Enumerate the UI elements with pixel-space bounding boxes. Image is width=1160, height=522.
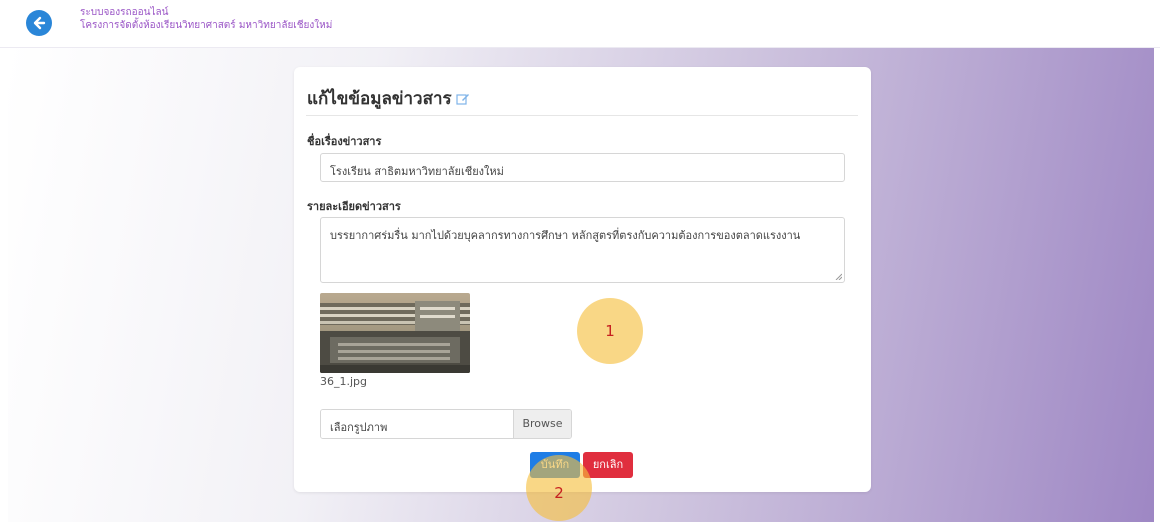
annotation-marker-1: 1 xyxy=(577,298,643,364)
news-title-input[interactable]: โรงเรียน สาธิตมหาวิทยาลัยเชียงใหม่ xyxy=(320,153,845,182)
brand-title: ระบบจองรถออนไลน์ xyxy=(80,7,169,18)
annotation-marker-2-number: 2 xyxy=(554,484,564,502)
brand: ระบบจองรถออนไลน์ โครงการจัดตั้งห้องเรียน… xyxy=(80,6,332,32)
annotation-marker-2: 2 xyxy=(526,455,592,521)
edit-icon xyxy=(456,93,469,105)
resize-handle-icon[interactable] xyxy=(835,273,842,280)
news-detail-text: บรรยากาศร่มรื่น มากไปด้วยบุคลากรทางการศึ… xyxy=(330,229,801,242)
top-header: ระบบจองรถออนไลน์ โครงการจัดตั้งห้องเรียน… xyxy=(0,0,1160,48)
brand-subtitle: โครงการจัดตั้งห้องเรียนวิทยาศาสตร์ มหาวิ… xyxy=(80,20,333,31)
back-button[interactable] xyxy=(26,10,52,36)
cancel-button[interactable]: ยกเลิก xyxy=(583,452,633,478)
news-detail-label: รายละเอียดข่าวสาร xyxy=(307,200,401,213)
news-title-label: ชื่อเรื่องข่าวสาร xyxy=(307,135,382,148)
card-divider xyxy=(306,115,858,116)
news-image-preview xyxy=(320,293,470,373)
news-detail-textarea[interactable]: บรรยากาศร่มรื่น มากไปด้วยบุคลากรทางการศึ… xyxy=(320,217,845,283)
browse-button[interactable]: Browse xyxy=(513,410,571,438)
edit-news-card: แก้ไขข้อมูลข่าวสาร ชื่อเรื่องข่าวสาร โรง… xyxy=(294,67,871,492)
image-file-input[interactable]: เลือกรูปภาพ Browse xyxy=(320,409,572,439)
page-title: แก้ไขข้อมูลข่าวสาร xyxy=(307,85,470,112)
card-title-text: แก้ไขข้อมูลข่าวสาร xyxy=(307,89,452,109)
school-photo-icon xyxy=(320,293,470,373)
annotation-marker-1-number: 1 xyxy=(605,322,615,340)
file-input-placeholder[interactable]: เลือกรูปภาพ xyxy=(321,410,513,438)
arrow-left-circle-icon xyxy=(33,16,46,30)
image-filename: 36_1.jpg xyxy=(320,375,368,388)
